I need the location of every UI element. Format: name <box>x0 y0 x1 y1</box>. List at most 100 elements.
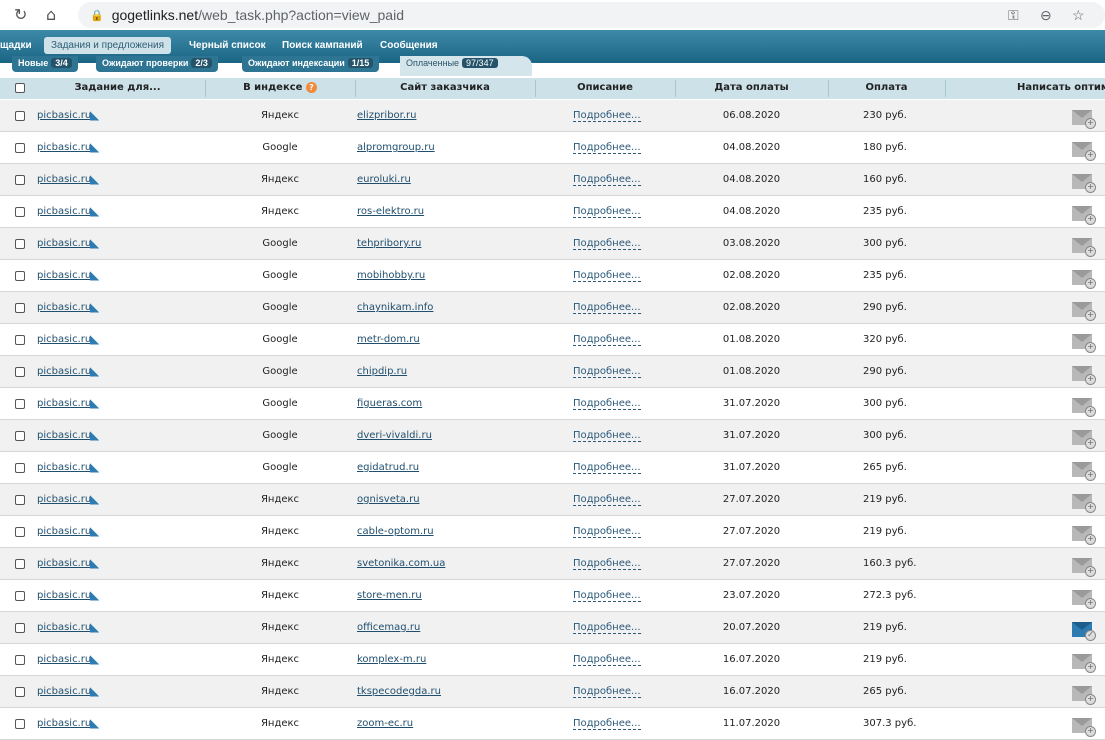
task-link[interactable]: picbasic.ru <box>37 206 91 217</box>
details-link[interactable]: Подробнее... <box>573 142 641 154</box>
details-link[interactable]: Подробнее... <box>573 238 641 250</box>
rss-icon[interactable]: ◣ <box>90 460 99 474</box>
customer-site-link[interactable]: ognisveta.ru <box>357 494 420 505</box>
details-link[interactable]: Подробнее... <box>573 494 641 506</box>
customer-site-link[interactable]: chaynikam.info <box>357 302 433 313</box>
help-icon[interactable]: ? <box>305 82 317 93</box>
details-link[interactable]: Подробнее... <box>573 174 641 186</box>
write-message-icon[interactable] <box>1072 494 1096 513</box>
customer-site-link[interactable]: mobihobby.ru <box>357 270 425 281</box>
write-message-icon[interactable] <box>1072 462 1096 481</box>
col-index[interactable]: В индексе ? <box>205 82 355 93</box>
write-message-icon[interactable] <box>1072 142 1096 161</box>
rss-icon[interactable]: ◣ <box>90 236 99 250</box>
row-checkbox[interactable] <box>15 335 25 345</box>
row-checkbox[interactable] <box>15 495 25 505</box>
write-message-icon[interactable] <box>1072 686 1096 705</box>
task-link[interactable]: picbasic.ru <box>37 494 91 505</box>
rss-icon[interactable]: ◣ <box>90 300 99 314</box>
home-icon[interactable]: ⌂ <box>46 5 56 24</box>
write-message-icon[interactable] <box>1072 622 1096 641</box>
customer-site-link[interactable]: euroluki.ru <box>357 174 411 185</box>
write-message-icon[interactable] <box>1072 174 1096 193</box>
key-icon[interactable]: ⚿ <box>1008 7 1019 24</box>
rss-icon[interactable]: ◣ <box>90 332 99 346</box>
rss-icon[interactable]: ◣ <box>90 556 99 570</box>
customer-site-link[interactable]: svetonika.com.ua <box>357 558 445 569</box>
customer-site-link[interactable]: chipdip.ru <box>357 366 407 377</box>
row-checkbox[interactable] <box>15 239 25 249</box>
customer-site-link[interactable]: tehpribory.ru <box>357 238 421 249</box>
write-message-icon[interactable] <box>1072 718 1096 737</box>
write-message-icon[interactable] <box>1072 558 1096 577</box>
write-message-icon[interactable] <box>1072 334 1096 353</box>
reload-icon[interactable]: ↻ <box>14 5 27 24</box>
task-link[interactable]: picbasic.ru <box>37 462 91 473</box>
customer-site-link[interactable]: metr-dom.ru <box>357 334 420 345</box>
customer-site-link[interactable]: figueras.com <box>357 398 422 409</box>
rss-icon[interactable]: ◣ <box>90 588 99 602</box>
rss-icon[interactable]: ◣ <box>90 108 99 122</box>
customer-site-link[interactable]: officemag.ru <box>357 622 420 633</box>
nav-blacklist[interactable]: Черный список <box>189 38 266 53</box>
task-link[interactable]: picbasic.ru <box>37 142 91 153</box>
write-message-icon[interactable] <box>1072 430 1096 449</box>
task-link[interactable]: picbasic.ru <box>37 622 91 633</box>
col-site[interactable]: Сайт заказчика <box>355 82 535 93</box>
write-message-icon[interactable] <box>1072 302 1096 321</box>
task-link[interactable]: picbasic.ru <box>37 302 91 313</box>
row-checkbox[interactable] <box>15 111 25 121</box>
rss-icon[interactable]: ◣ <box>90 428 99 442</box>
rss-icon[interactable]: ◣ <box>90 524 99 538</box>
tab-new[interactable]: Новые 3/4 <box>12 56 78 72</box>
details-link[interactable]: Подробнее... <box>573 558 641 570</box>
row-checkbox[interactable] <box>15 719 25 729</box>
rss-icon[interactable]: ◣ <box>90 492 99 506</box>
customer-site-link[interactable]: ros-elektro.ru <box>357 206 424 217</box>
rss-icon[interactable]: ◣ <box>90 364 99 378</box>
nav-platforms[interactable]: щадки <box>0 38 32 53</box>
customer-site-link[interactable]: egidatrud.ru <box>357 462 419 473</box>
details-link[interactable]: Подробнее... <box>573 302 641 314</box>
task-link[interactable]: picbasic.ru <box>37 686 91 697</box>
details-link[interactable]: Подробнее... <box>573 366 641 378</box>
details-link[interactable]: Подробнее... <box>573 622 641 634</box>
details-link[interactable]: Подробнее... <box>573 430 641 442</box>
write-message-icon[interactable] <box>1072 654 1096 673</box>
rss-icon[interactable]: ◣ <box>90 204 99 218</box>
task-link[interactable]: picbasic.ru <box>37 366 91 377</box>
customer-site-link[interactable]: tkspecodegda.ru <box>357 686 441 697</box>
task-link[interactable]: picbasic.ru <box>37 558 91 569</box>
rss-icon[interactable]: ◣ <box>90 652 99 666</box>
row-checkbox[interactable] <box>15 655 25 665</box>
rss-icon[interactable]: ◣ <box>90 716 99 730</box>
details-link[interactable]: Подробнее... <box>573 718 641 730</box>
row-checkbox[interactable] <box>15 271 25 281</box>
row-checkbox[interactable] <box>15 143 25 153</box>
nav-tasks[interactable]: Задания и предложения <box>44 37 171 54</box>
task-link[interactable]: picbasic.ru <box>37 174 91 185</box>
rss-icon[interactable]: ◣ <box>90 140 99 154</box>
zoom-icon[interactable]: ⊖ <box>1040 7 1052 24</box>
task-link[interactable]: picbasic.ru <box>37 110 91 121</box>
row-checkbox[interactable] <box>15 175 25 185</box>
write-message-icon[interactable] <box>1072 366 1096 385</box>
write-message-icon[interactable] <box>1072 590 1096 609</box>
row-checkbox[interactable] <box>15 559 25 569</box>
task-link[interactable]: picbasic.ru <box>37 430 91 441</box>
write-message-icon[interactable] <box>1072 526 1096 545</box>
details-link[interactable]: Подробнее... <box>573 526 641 538</box>
details-link[interactable]: Подробнее... <box>573 334 641 346</box>
details-link[interactable]: Подробнее... <box>573 206 641 218</box>
tab-paid[interactable]: Оплаченные 97/347 <box>400 56 532 76</box>
row-checkbox[interactable] <box>15 527 25 537</box>
write-message-icon[interactable] <box>1072 206 1096 225</box>
task-link[interactable]: picbasic.ru <box>37 654 91 665</box>
details-link[interactable]: Подробнее... <box>573 462 641 474</box>
task-link[interactable]: picbasic.ru <box>37 238 91 249</box>
details-link[interactable]: Подробнее... <box>573 270 641 282</box>
tab-awaiting-index[interactable]: Ожидают индексации 1/15 <box>242 56 380 72</box>
task-link[interactable]: picbasic.ru <box>37 590 91 601</box>
customer-site-link[interactable]: store-men.ru <box>357 590 422 601</box>
details-link[interactable]: Подробнее... <box>573 654 641 666</box>
